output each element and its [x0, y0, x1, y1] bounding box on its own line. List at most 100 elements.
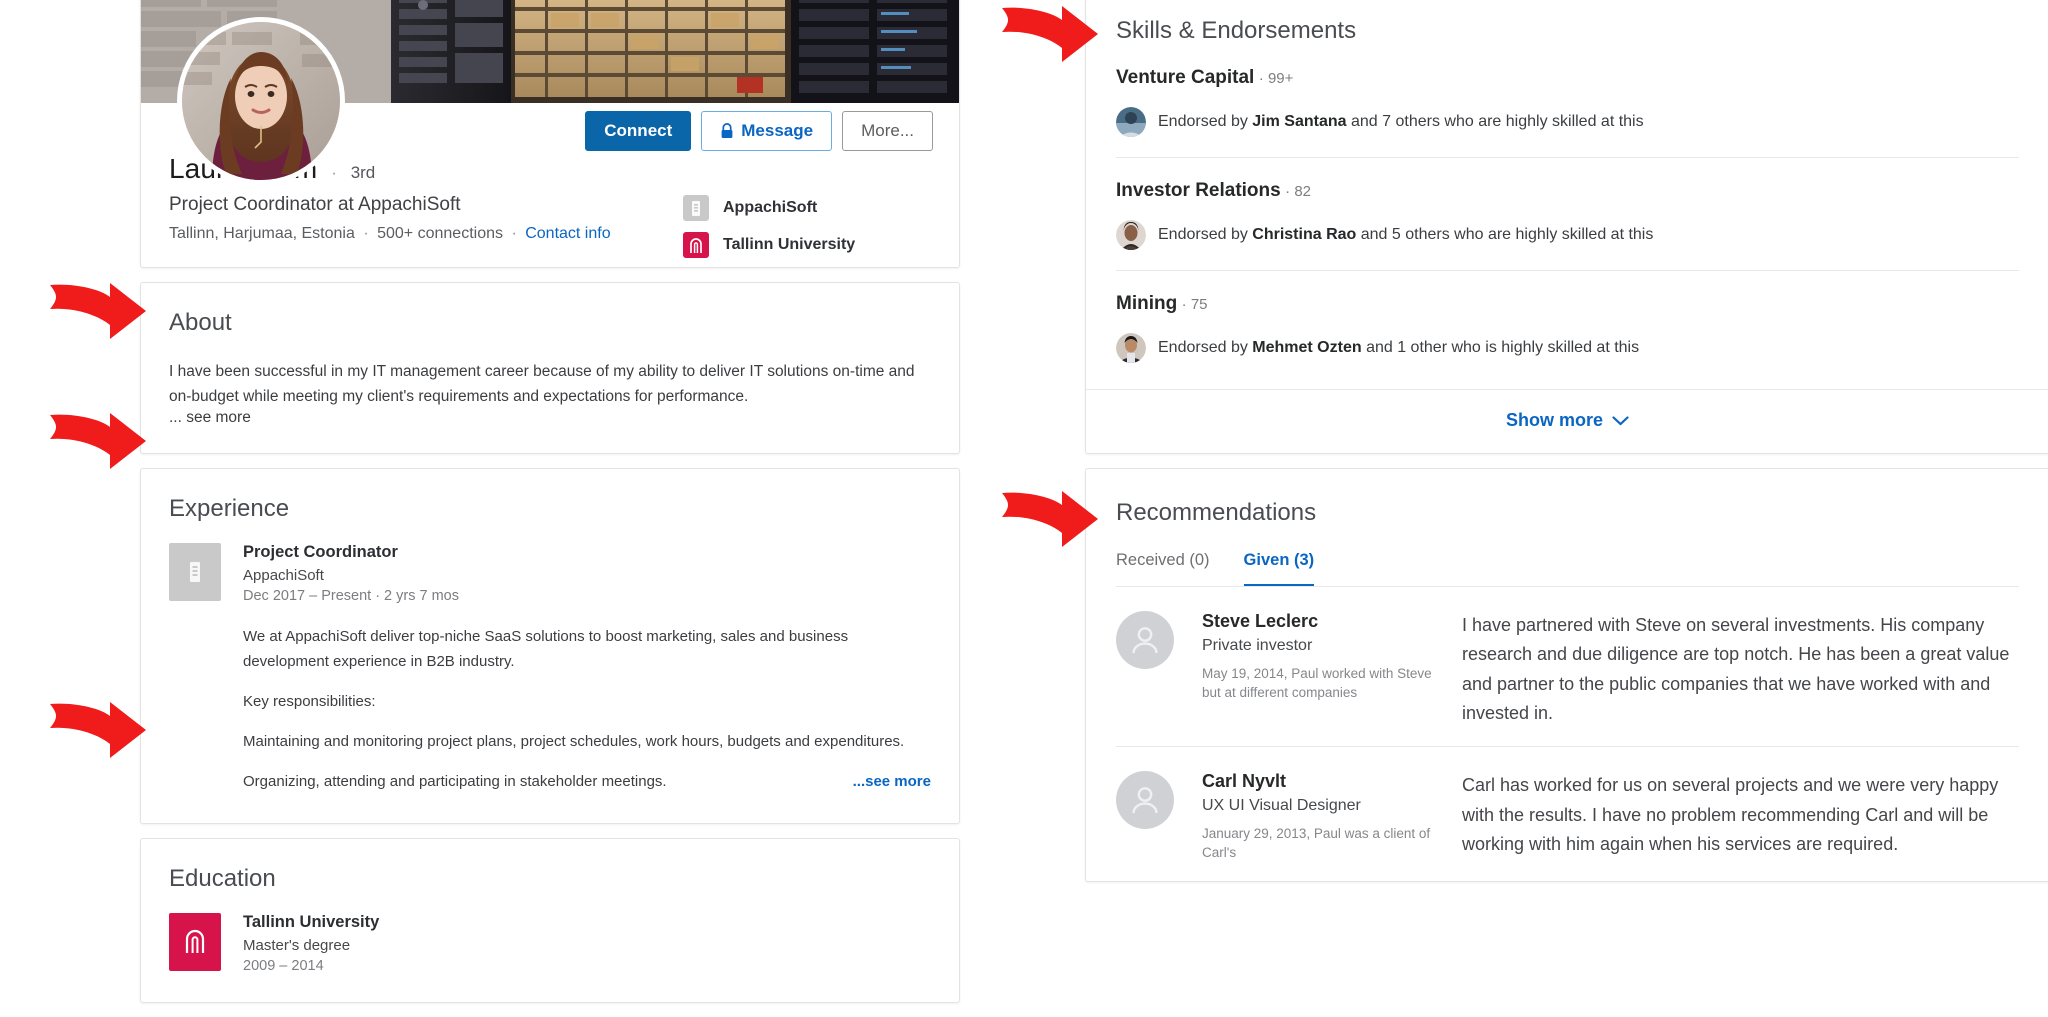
experience-description: We at AppachiSoft deliver top-niche SaaS…	[243, 625, 931, 794]
recommendation-date-relationship: January 29, 2013, Paul was a client of C…	[1202, 824, 1434, 862]
profile-location: Tallinn, Harjumaa, Estonia	[169, 225, 355, 242]
red-arrow-icon	[48, 281, 148, 343]
message-button[interactable]: Message	[701, 111, 832, 151]
experience-title: Experience	[141, 469, 959, 523]
building-glyph-icon	[683, 195, 709, 221]
recommender-avatar[interactable]	[1116, 771, 1174, 829]
about-paragraph: I have been successful in my IT manageme…	[169, 359, 931, 409]
endorsement-suffix: and 7 others who are highly skilled at t…	[1347, 113, 1644, 130]
annotation-arrow-skills	[1000, 4, 1100, 66]
skill-item[interactable]: Investor Relations · 82 Endorsed by Chr	[1086, 158, 2048, 270]
annotation-arrow-education	[48, 700, 148, 762]
skill-heading: Venture Capital · 99+	[1116, 67, 2019, 89]
experience-desc-p4: Organizing, attending and participating …	[243, 770, 667, 794]
recommender-name[interactable]: Carl Nyvlt	[1202, 771, 1434, 792]
skills-show-more-button[interactable]: Show more	[1086, 390, 2048, 453]
recommender-name[interactable]: Steve Leclerc	[1202, 611, 1434, 632]
experience-card: Experience Project Coordinator AppachiSo…	[140, 468, 960, 823]
endorsement-prefix: Endorsed by	[1158, 339, 1252, 356]
company-logo-icon	[683, 195, 709, 221]
skills-card: Skills & Endorsements Venture Capital · …	[1085, 0, 2048, 454]
affiliation-school[interactable]: Tallinn University	[683, 232, 933, 258]
endorsement-prefix: Endorsed by	[1158, 113, 1252, 130]
endorser-avatar-photo	[1116, 220, 1146, 250]
recommendations-card: Recommendations Received (0) Given (3) S…	[1085, 468, 2048, 882]
tallinn-university-glyph-icon	[180, 925, 210, 959]
more-button[interactable]: More...	[842, 111, 933, 151]
annotation-arrow-about	[48, 281, 148, 343]
recommendation-meta: Carl Nyvlt UX UI Visual Designer January…	[1202, 771, 1434, 862]
right-column: Skills & Endorsements Venture Capital · …	[1085, 0, 2048, 896]
person-placeholder-icon	[1128, 623, 1162, 657]
endorser-avatar[interactable]	[1116, 220, 1146, 250]
endorsement-text: Endorsed by Mehmet Ozten and 1 other who…	[1158, 339, 1639, 357]
connections-count: 500+ connections	[377, 225, 503, 242]
experience-desc-last-row: Organizing, attending and participating …	[243, 770, 931, 794]
recommendation-item[interactable]: Carl Nyvlt UX UI Visual Designer January…	[1086, 747, 2048, 880]
experience-company-logo-icon	[169, 543, 221, 601]
red-arrow-icon	[48, 411, 148, 473]
endorsement-text: Endorsed by Jim Santana and 7 others who…	[1158, 113, 1644, 131]
annotation-arrow-recommendations	[1000, 489, 1100, 551]
contact-info-link[interactable]: Contact info	[525, 225, 610, 242]
about-see-more[interactable]: ... see more	[169, 409, 931, 427]
skill-heading: Mining · 75	[1116, 293, 2019, 315]
education-title: Education	[141, 839, 959, 893]
endorser-name[interactable]: Christina Rao	[1252, 226, 1356, 243]
endorser-name[interactable]: Jim Santana	[1252, 113, 1346, 130]
recommender-avatar[interactable]	[1116, 611, 1174, 669]
experience-dates: Dec 2017 – Present · 2 yrs 7 mos	[243, 588, 931, 604]
annotation-arrow-experience	[48, 411, 148, 473]
affiliation-company-label: AppachiSoft	[723, 199, 817, 217]
endorser-avatar[interactable]	[1116, 107, 1146, 137]
profile-action-buttons: Connect Message More...	[585, 111, 933, 151]
skill-count: · 82	[1285, 183, 1311, 200]
experience-item-body: Project Coordinator AppachiSoft Dec 2017…	[243, 543, 931, 794]
lock-icon	[720, 123, 734, 139]
avatar[interactable]	[177, 17, 345, 185]
experience-desc-p1: We at AppachiSoft deliver top-niche SaaS…	[243, 625, 931, 674]
endorsement-row: Endorsed by Jim Santana and 7 others who…	[1116, 107, 2019, 137]
tab-received[interactable]: Received (0)	[1116, 551, 1210, 586]
affiliations: AppachiSoft Tallinn University	[683, 195, 933, 269]
red-arrow-icon	[48, 700, 148, 762]
connection-degree: 3rd	[351, 163, 376, 183]
chevron-down-icon	[1612, 416, 1629, 426]
recommendation-item[interactable]: Steve Leclerc Private investor May 19, 2…	[1086, 587, 2048, 746]
education-item[interactable]: Tallinn University Master's degree 2009 …	[141, 893, 959, 1002]
skill-item[interactable]: Mining · 75 Endorsed by Mehmet Ozten an	[1086, 271, 2048, 383]
skill-item[interactable]: Venture Capital · 99+ Endorsed by Jim Sa…	[1086, 45, 2048, 157]
education-school-logo-icon	[169, 913, 221, 971]
recommender-role: Private investor	[1202, 637, 1434, 655]
endorser-name[interactable]: Mehmet Ozten	[1252, 339, 1361, 356]
affiliation-school-label: Tallinn University	[723, 236, 855, 254]
message-button-label: Message	[741, 122, 813, 139]
red-arrow-icon	[1000, 4, 1100, 66]
endorser-avatar-photo	[1116, 107, 1146, 137]
endorser-avatar-photo	[1116, 333, 1146, 363]
about-card: About I have been successful in my IT ma…	[140, 282, 960, 454]
experience-item[interactable]: Project Coordinator AppachiSoft Dec 2017…	[141, 523, 959, 804]
education-card: Education Tallinn University Master's de…	[140, 838, 960, 1003]
endorsement-row: Endorsed by Christina Rao and 5 others w…	[1116, 220, 2019, 250]
building-glyph-icon	[182, 557, 208, 587]
name-separator: ·	[327, 165, 340, 183]
education-years: 2009 – 2014	[243, 958, 379, 974]
endorser-avatar[interactable]	[1116, 333, 1146, 363]
affiliation-company[interactable]: AppachiSoft	[683, 195, 933, 221]
recommendation-text: I have partnered with Steve on several i…	[1462, 611, 2019, 728]
tab-given[interactable]: Given (3)	[1244, 551, 1315, 586]
left-column: Connect Message More... Laura Toom · 3rd	[140, 0, 960, 1017]
profile-header-body: Connect Message More... Laura Toom · 3rd	[141, 103, 959, 267]
experience-see-more[interactable]: ...see more	[853, 770, 931, 794]
connect-button[interactable]: Connect	[585, 111, 691, 151]
endorsement-suffix: and 5 others who are highly skilled at t…	[1356, 226, 1653, 243]
experience-desc-p3: Maintaining and monitoring project plans…	[243, 730, 931, 754]
red-arrow-icon	[1000, 489, 1100, 551]
university-logo-icon	[683, 232, 709, 258]
experience-company: AppachiSoft	[243, 567, 931, 584]
endorsement-text: Endorsed by Christina Rao and 5 others w…	[1158, 226, 1653, 244]
avatar-photo	[182, 22, 340, 180]
profile-header-card: Connect Message More... Laura Toom · 3rd	[140, 0, 960, 268]
education-degree: Master's degree	[243, 937, 379, 954]
